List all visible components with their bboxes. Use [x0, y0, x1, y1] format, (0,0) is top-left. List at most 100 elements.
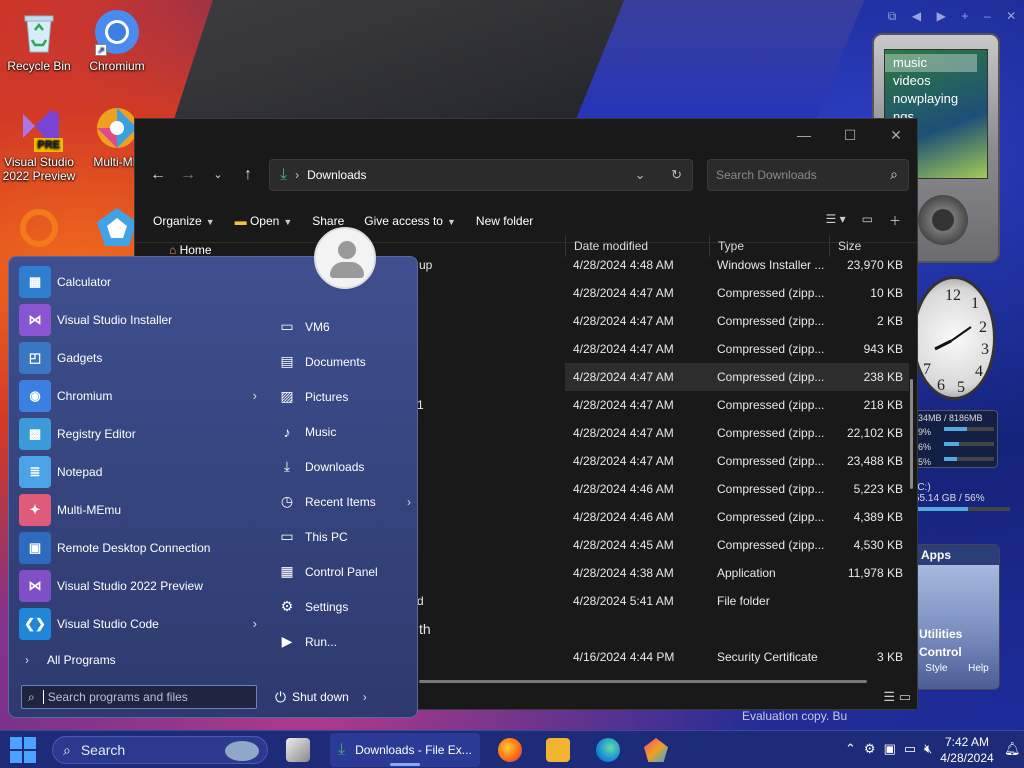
volume-icon[interactable]: 🔇︎ — [924, 741, 932, 757]
search-input[interactable]: Search Downloads ⌕ — [707, 159, 909, 191]
start-pinned-item[interactable]: ▩ Registry Editor — [9, 415, 261, 453]
battery-icon[interactable]: ▭ — [904, 741, 916, 757]
edge-icon[interactable] — [596, 738, 620, 762]
network-status-icon[interactable]: ⚙ — [864, 741, 876, 757]
chevron-right-icon[interactable]: › — [253, 616, 257, 631]
large-icons-view-icon[interactable]: ▭ — [899, 689, 911, 704]
show-hidden-icons-icon[interactable]: ⌃ — [845, 741, 856, 757]
vertical-scrollbar[interactable] — [910, 379, 913, 489]
forward-arrow-icon[interactable]: → — [173, 160, 203, 190]
preview-pane-icon[interactable]: ▭ — [862, 212, 873, 229]
taskbar-explorer-button[interactable]: ⤓ Downloads - File Ex... — [330, 733, 480, 767]
address-history-chevron-icon[interactable]: ⌄ — [635, 167, 646, 182]
desktop-icon[interactable] — [0, 204, 78, 255]
apps-gadget[interactable]: Apps Utilities Control Style Help — [914, 544, 1000, 690]
media-player-icon[interactable] — [546, 738, 570, 762]
desktop-icon-chromium[interactable]: ↗ Chromium — [78, 8, 156, 73]
start-link-item[interactable]: ▦ Control Panel — [271, 554, 417, 589]
start-button[interactable] — [10, 737, 36, 763]
address-bar[interactable]: ⤓ › Downloads ⌄ ↻ — [269, 159, 693, 191]
apps-gadget-item[interactable]: Utilities — [915, 625, 999, 643]
start-link-item[interactable]: ▨ Pictures — [271, 379, 417, 414]
desktop-icon-recycle-bin[interactable]: Recycle Bin — [0, 8, 78, 73]
file-row[interactable]: 4/28/2024 4:46 AM Compressed (zipp... 4,38… — [565, 503, 909, 531]
view-options-icon[interactable]: ☰ ▾ — [826, 212, 846, 229]
breadcrumb-downloads[interactable]: Downloads — [307, 168, 366, 182]
start-link-item[interactable]: ▭ This PC — [271, 519, 417, 554]
close-icon[interactable]: ✕ — [881, 125, 911, 145]
shutdown-options-chevron-icon[interactable]: › — [363, 690, 367, 704]
task-view-icon[interactable] — [286, 738, 310, 762]
start-link-item[interactable]: ▤ Documents — [271, 344, 417, 379]
gadget-add-icon[interactable]: + — [961, 9, 968, 23]
chevron-right-icon[interactable]: › — [253, 388, 257, 403]
gadget-prev-icon[interactable]: ◀ — [912, 9, 921, 23]
zune-pad[interactable] — [918, 195, 968, 245]
organize-button[interactable]: Organize ▼ — [143, 214, 225, 228]
apps-gadget-item[interactable]: Control — [915, 643, 999, 661]
maximize-icon[interactable]: ☐ — [835, 125, 865, 145]
shutdown-button[interactable]: ⏻ Shut down › — [275, 685, 367, 709]
start-pinned-item[interactable]: ⋈ Visual Studio Installer — [9, 301, 261, 339]
up-arrow-icon[interactable]: ↑ — [233, 160, 263, 190]
file-row[interactable]: 4/28/2024 4:47 AM Compressed (zipp... 238 … — [565, 363, 909, 391]
start-pinned-item[interactable]: ▣ Remote Desktop Connection — [9, 529, 261, 567]
add-icon[interactable]: ＋ — [889, 212, 901, 229]
nav-pane-home[interactable]: ⌂ Home — [169, 243, 212, 257]
file-row[interactable]: 4/28/2024 4:45 AM Compressed (zipp... 4,53… — [565, 531, 909, 559]
refresh-icon[interactable]: ↻ — [671, 167, 682, 182]
explorer-titlebar[interactable]: — ☐ ✕ — [135, 119, 917, 151]
details-view-icon[interactable]: ☰ — [883, 689, 895, 704]
file-row[interactable]: 4/28/2024 4:47 AM Compressed (zipp... 2 KB — [565, 307, 909, 335]
start-pinned-item[interactable]: ❮❯ Visual Studio Code › — [9, 605, 261, 643]
taskbar-clock[interactable]: 7:42 AM 4/28/2024 — [936, 734, 998, 766]
recent-locations-chevron-icon[interactable]: ⌄ — [203, 160, 233, 190]
start-link-item[interactable]: ⤓ Downloads — [271, 449, 417, 484]
file-row[interactable]: 4/28/2024 4:38 AM Application 11,978 KB — [565, 559, 909, 587]
gadget-minimize-icon[interactable]: – — [984, 9, 991, 23]
share-button[interactable]: Share — [302, 214, 354, 228]
open-button[interactable]: ▬ Open ▼ — [225, 214, 303, 228]
start-pinned-item[interactable]: ◉ Chromium › — [9, 377, 261, 415]
file-row[interactable]: 4/28/2024 4:47 AM Compressed (zipp... 22,1… — [565, 419, 909, 447]
gadget-next-icon[interactable]: ▶ — [937, 9, 946, 23]
file-row[interactable]: 4/28/2024 4:46 AM Compressed (zipp... 5,22… — [565, 475, 909, 503]
taskbar-search[interactable]: ⌕ Search — [52, 736, 268, 764]
file-row[interactable]: 4/28/2024 4:47 AM Compressed (zipp... 218 … — [565, 391, 909, 419]
apps-gadget-help[interactable]: Help — [968, 663, 989, 674]
new-folder-button[interactable]: New folder — [466, 214, 543, 228]
firefox-icon[interactable] — [498, 738, 522, 762]
gadget-close-icon[interactable]: ✕ — [1006, 9, 1016, 23]
apps-gadget-style[interactable]: Style — [925, 663, 947, 674]
start-link-item[interactable]: ▶ Run... — [271, 624, 417, 659]
horizontal-scrollbar[interactable] — [419, 680, 867, 683]
minimize-icon[interactable]: — — [789, 125, 819, 145]
start-link-item[interactable]: ♪ Music — [271, 414, 417, 449]
display-icon[interactable]: ▣ — [884, 741, 896, 757]
multi-memu-icon[interactable] — [644, 738, 668, 762]
start-search-input[interactable]: ⌕ Search programs and files — [21, 685, 257, 709]
file-row[interactable]: 4/16/2024 4:44 PM Security Certificate 3 K… — [565, 643, 909, 671]
file-row[interactable]: 4/28/2024 5:41 AM File folder — [565, 587, 909, 615]
start-pinned-item[interactable]: ≣ Notepad — [9, 453, 261, 491]
start-pinned-item[interactable]: ▦ Calculator — [9, 263, 261, 301]
desktop-icon-vs-preview[interactable]: PRE Visual Studio 2022 Preview — [0, 104, 78, 183]
start-link-item[interactable]: ◷ Recent Items › — [271, 484, 417, 519]
user-avatar[interactable] — [314, 227, 376, 289]
file-row[interactable]: 4/28/2024 4:47 AM Compressed (zipp... 943 … — [565, 335, 909, 363]
start-link-item[interactable]: ⚙ Settings — [271, 589, 417, 624]
file-row[interactable]: 4/28/2024 4:47 AM Compressed (zipp... 23,4… — [565, 447, 909, 475]
zune-menu-item[interactable]: videos — [885, 72, 987, 90]
zune-menu-item[interactable]: nowplaying — [885, 90, 987, 108]
search-icon[interactable]: ⌕ — [890, 166, 898, 183]
notification-bell-icon[interactable]: 🔔︎ — [1004, 741, 1021, 757]
start-pinned-item[interactable]: ◰ Gadgets — [9, 339, 261, 377]
file-row[interactable] — [565, 615, 909, 643]
give-access-button[interactable]: Give access to ▼ — [354, 214, 466, 228]
file-row[interactable]: 4/28/2024 4:48 AM Windows Installer ... 23… — [565, 251, 909, 279]
file-row[interactable]: 4/28/2024 4:47 AM Compressed (zipp... 10 K… — [565, 279, 909, 307]
start-pinned-item[interactable]: ✦ Multi-MEmu — [9, 491, 261, 529]
zune-menu-item[interactable]: music — [885, 54, 977, 72]
start-pinned-item[interactable]: ⋈ Visual Studio 2022 Preview — [9, 567, 261, 605]
chevron-right-icon[interactable]: › — [407, 495, 411, 509]
